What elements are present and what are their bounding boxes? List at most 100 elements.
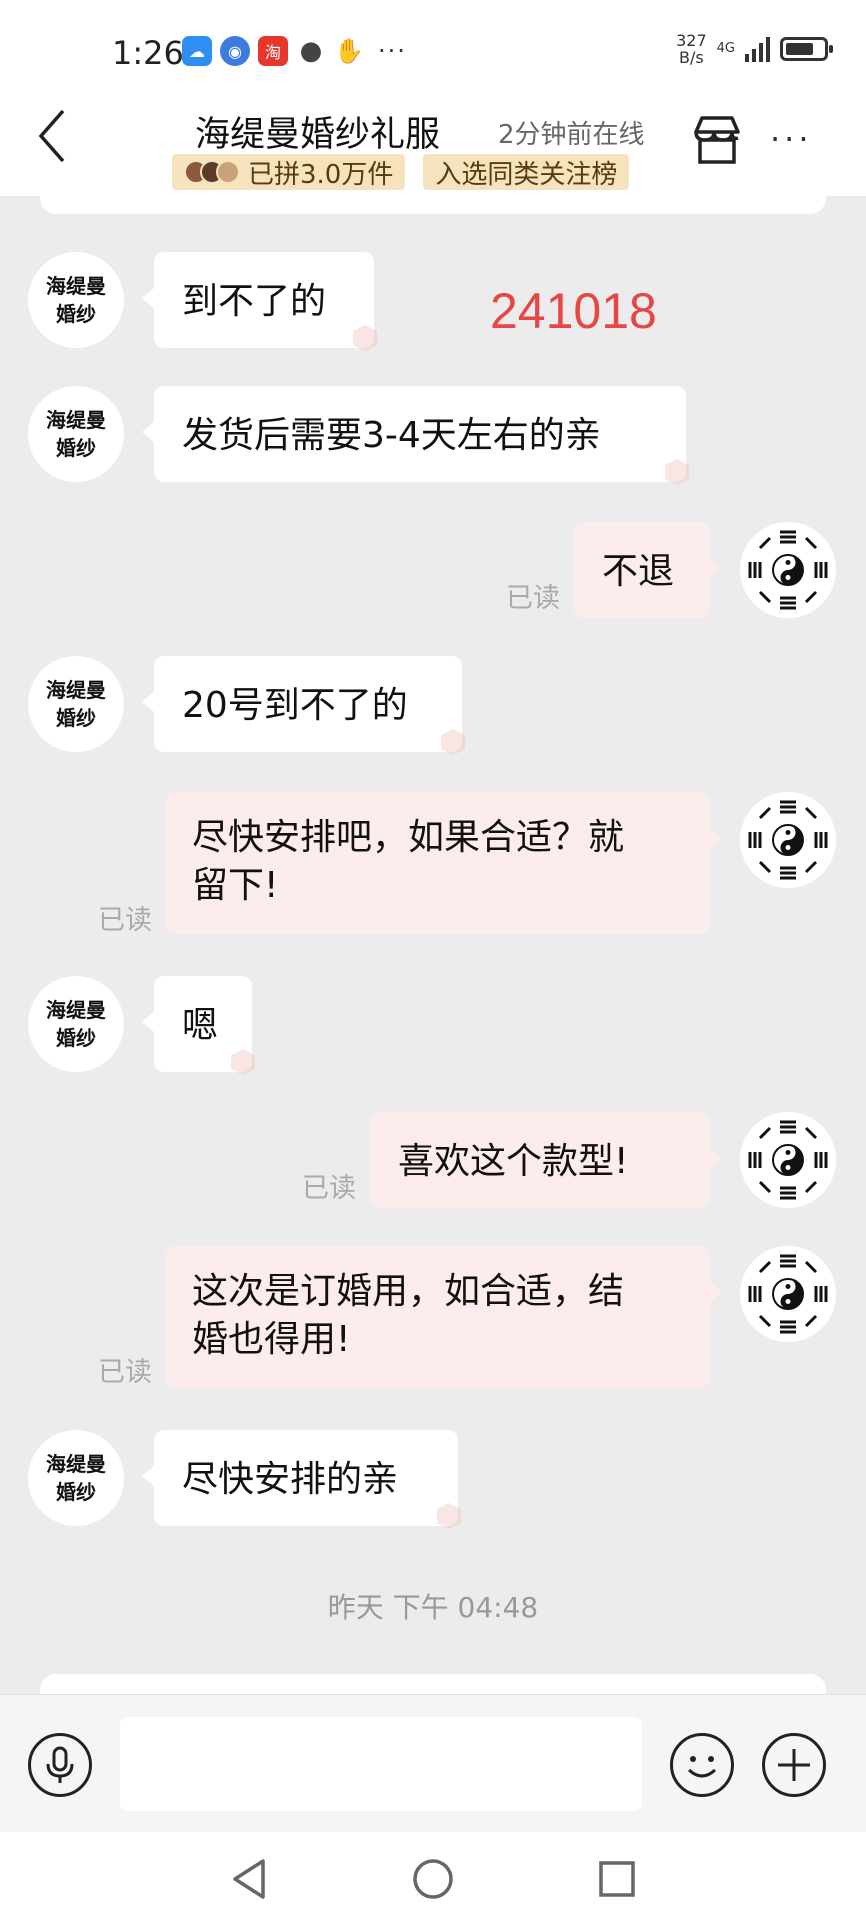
message-text-line2: 婚也得用! xyxy=(192,1319,351,1360)
my-avatar[interactable] xyxy=(740,522,836,618)
bagua-avatar-icon xyxy=(740,1246,836,1342)
avatar-text-line1: 海缇曼 xyxy=(46,678,106,702)
message-timestamp: 昨天 下午 04:48 xyxy=(327,1591,539,1624)
buyer-avatars xyxy=(184,160,240,184)
bagua-avatar-icon xyxy=(740,1112,836,1208)
network-type: 4G xyxy=(716,41,735,56)
shop-name[interactable]: 海缇曼婚纱礼服 xyxy=(195,106,440,157)
store-button[interactable] xyxy=(690,112,744,166)
nav-recents-button[interactable] xyxy=(592,1854,642,1904)
emoji-button[interactable] xyxy=(670,1733,734,1797)
pinduoduo-watermark-icon xyxy=(441,729,465,755)
message-bubble-outgoing[interactable]: 不退 xyxy=(574,522,722,618)
chevron-left-icon xyxy=(38,109,65,163)
avatar-text-line2: 婚纱 xyxy=(56,1480,96,1504)
shop-avatar[interactable]: 海缇曼 婚纱 xyxy=(28,386,124,482)
shop-avatar[interactable]: 海缇曼 婚纱 xyxy=(28,1430,124,1526)
message-input[interactable] xyxy=(120,1717,642,1811)
message-text-line1: 尽快安排吧，如果合适？就 xyxy=(192,817,625,858)
net-speed-unit: B/s xyxy=(679,48,704,67)
signal-icon xyxy=(745,36,770,62)
triangle-back-icon xyxy=(233,1859,265,1899)
message-text: 嗯 xyxy=(182,1005,219,1046)
weather-app-icon: ☁ xyxy=(182,36,212,66)
browser-app-icon: ◉ xyxy=(220,36,250,66)
chat-header: 海缇曼婚纱礼服 2分钟前在线 已拼3.0万件 入选同类关注榜 ··· xyxy=(0,100,866,196)
input-bar xyxy=(0,1694,866,1832)
message-bubble-incoming[interactable]: 到不了的 xyxy=(142,252,377,351)
battery-icon xyxy=(780,37,833,61)
sold-count-badge[interactable]: 已拼3.0万件 xyxy=(172,154,406,190)
message-text: 喜欢这个款型! xyxy=(398,1141,629,1182)
pinduoduo-watermark-icon xyxy=(231,1049,255,1075)
next-card-edge xyxy=(40,1674,826,1694)
online-status: 2分钟前在线 xyxy=(498,120,645,150)
smiley-icon xyxy=(687,1756,717,1778)
bagua-avatar-icon xyxy=(740,792,836,888)
message-text: 到不了的 xyxy=(182,281,327,322)
status-time: 1:26 xyxy=(112,34,184,72)
system-nav-bar xyxy=(0,1832,866,1925)
pinduoduo-watermark-icon xyxy=(437,1503,461,1529)
overlay-number: 241018 xyxy=(490,283,657,339)
my-avatar[interactable] xyxy=(740,1246,836,1342)
shop-avatar[interactable]: 海缇曼 婚纱 xyxy=(28,656,124,752)
pinduoduo-watermark-icon xyxy=(353,325,377,351)
message-text: 不退 xyxy=(602,551,675,592)
more-options-button[interactable]: ··· xyxy=(770,120,813,158)
back-button[interactable] xyxy=(28,104,76,168)
previous-card-edge xyxy=(40,196,826,214)
avatar-text-line1: 海缇曼 xyxy=(46,274,106,298)
my-avatar[interactable] xyxy=(740,792,836,888)
avatar-text-line1: 海缇曼 xyxy=(46,1452,106,1476)
battery-level xyxy=(786,43,813,55)
avatar-text-line2: 婚纱 xyxy=(56,436,96,460)
read-status: 已读 xyxy=(302,1173,356,1204)
message-text: 发货后需要3-4天左右的亲 xyxy=(182,415,601,456)
message-bubble-outgoing[interactable]: 喜欢这个款型! xyxy=(370,1112,722,1208)
message-text-line2: 留下! xyxy=(192,865,279,906)
taobao-app-icon: 淘 xyxy=(258,36,288,66)
shop-avatar[interactable]: 海缇曼 婚纱 xyxy=(28,976,124,1072)
store-icon xyxy=(694,116,740,164)
voice-input-button[interactable] xyxy=(28,1733,92,1797)
net-speed-value: 327 xyxy=(676,31,707,50)
avatar-text-line1: 海缇曼 xyxy=(46,408,106,432)
notification-icons: ☁ ◉ 淘 ● ✋ ··· xyxy=(182,36,407,66)
message-text: 20号到不了的 xyxy=(182,685,408,726)
message-bubble-incoming[interactable]: 嗯 xyxy=(142,976,255,1075)
nav-back-button[interactable] xyxy=(224,1854,274,1904)
my-avatar[interactable] xyxy=(740,1112,836,1208)
shop-badges: 已拼3.0万件 入选同类关注榜 xyxy=(172,154,630,190)
pinduoduo-watermark-icon xyxy=(665,459,689,485)
read-status: 已读 xyxy=(98,905,152,936)
shop-avatar[interactable]: 海缇曼 婚纱 xyxy=(28,252,124,348)
sold-count-label: 已拼3.0万件 xyxy=(248,159,394,190)
square-recents-icon xyxy=(599,1861,635,1897)
message-bubble-incoming[interactable]: 尽快安排的亲 xyxy=(142,1430,461,1529)
plus-icon xyxy=(778,1749,810,1781)
message-bubble-incoming[interactable]: 20号到不了的 xyxy=(142,656,465,755)
avatar-text-line2: 婚纱 xyxy=(56,302,96,326)
circle-home-icon xyxy=(413,1859,453,1899)
avatar-text-line2: 婚纱 xyxy=(56,706,96,730)
more-notifications-icon: ··· xyxy=(378,37,407,65)
bagua-avatar-icon xyxy=(740,522,836,618)
more-actions-button[interactable] xyxy=(762,1733,826,1797)
message-bubble-outgoing[interactable]: 尽快安排吧，如果合适？就 留下! xyxy=(166,792,722,934)
read-status: 已读 xyxy=(98,1357,152,1388)
read-status: 已读 xyxy=(506,583,560,614)
ranking-badge[interactable]: 入选同类关注榜 xyxy=(423,154,630,190)
message-bubble-incoming[interactable]: 发货后需要3-4天左右的亲 xyxy=(142,386,689,485)
gesture-app-icon: ✋ xyxy=(334,37,364,65)
nav-home-button[interactable] xyxy=(408,1854,458,1904)
message-text-line1: 这次是订婚用，如合适，结 xyxy=(192,1271,625,1312)
avatar-text-line2: 婚纱 xyxy=(56,1026,96,1050)
avatar-text-line1: 海缇曼 xyxy=(46,998,106,1022)
status-bar: 1:26 ☁ ◉ 淘 ● ✋ ··· 327 B/s 4G xyxy=(0,0,866,100)
system-indicators: 327 B/s 4G xyxy=(676,31,833,67)
ranking-label: 入选同类关注榜 xyxy=(435,159,618,190)
message-bubble-outgoing[interactable]: 这次是订婚用，如合适，结 婚也得用! xyxy=(166,1246,722,1388)
message-text: 尽快安排的亲 xyxy=(182,1459,399,1500)
message-app-icon: ● xyxy=(299,36,323,66)
